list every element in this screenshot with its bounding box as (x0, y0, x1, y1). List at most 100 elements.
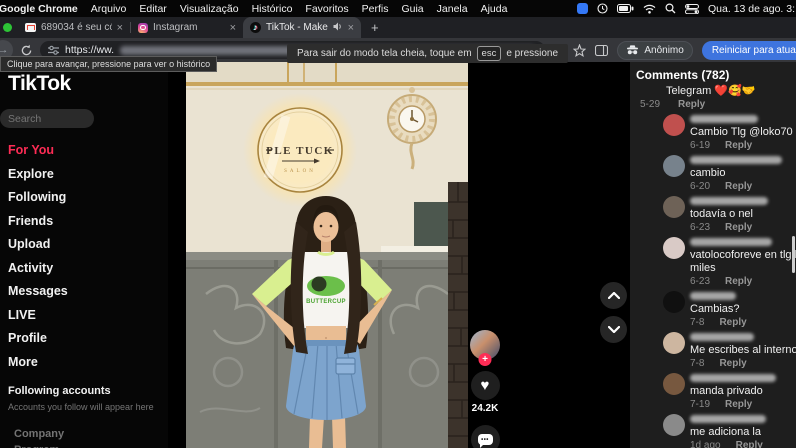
comment-item[interactable]: me adiciona la 1d ago Reply (636, 414, 796, 448)
like-button[interactable]: ♥ (470, 371, 500, 400)
side-panel-icon[interactable] (595, 44, 609, 56)
reply-button[interactable]: Reply (736, 440, 763, 448)
sidebar-item-activity[interactable]: Activity (8, 261, 168, 275)
tiktok-logo[interactable]: TikTok (8, 72, 168, 96)
menubar-app-name[interactable]: Google Chrome (0, 3, 78, 15)
menu-perfis[interactable]: Perfis (362, 3, 389, 15)
reload-icon[interactable] (20, 44, 33, 57)
menu-editar[interactable]: Editar (139, 3, 166, 15)
sidebar-item-profile[interactable]: Profile (8, 332, 168, 345)
esc-key-badge: esc (476, 46, 502, 61)
control-center-icon[interactable] (685, 3, 700, 14)
commenter-avatar[interactable] (663, 373, 685, 395)
reply-button[interactable]: Reply (725, 140, 752, 151)
commenter-avatar[interactable] (663, 155, 685, 177)
tab-audio-icon[interactable] (333, 22, 343, 34)
menu-guia[interactable]: Guia (401, 3, 423, 15)
commenter-avatar[interactable] (663, 237, 685, 259)
comment-item[interactable]: manda privado 7-19 Reply (636, 373, 796, 410)
sidebar-item-more[interactable]: More (8, 355, 168, 369)
comment-date: 5-29 (640, 99, 661, 110)
bookmark-star-icon[interactable] (573, 43, 587, 57)
follow-button[interactable]: + (478, 353, 492, 366)
incognito-badge[interactable]: Anônimo (617, 40, 693, 60)
fullscreen-exit-banner: Para sair do modo tela cheia, toque em e… (287, 44, 569, 63)
commenter-avatar[interactable] (663, 414, 685, 436)
reply-button[interactable]: Reply (725, 181, 752, 192)
following-accounts-subtitle: Accounts you follow will appear here (8, 401, 154, 412)
reply-button[interactable]: Reply (725, 222, 752, 233)
reply-button[interactable]: Reply (719, 358, 746, 369)
menubar-clock[interactable]: Qua. 13 de ago. 3: (708, 3, 795, 15)
new-tab-button[interactable]: + (371, 20, 379, 35)
creator-avatar[interactable]: + (470, 330, 500, 366)
macos-menubar: Google Chrome Arquivo Editar Visualizaçã… (0, 0, 796, 17)
comment-item[interactable]: Cambio Tlg @loko70 6-19 Reply (636, 114, 796, 151)
menu-favoritos[interactable]: Favoritos (305, 3, 348, 15)
comment-button[interactable]: ••• (470, 425, 500, 448)
comments-scrollbar[interactable] (792, 236, 795, 273)
menu-arquivo[interactable]: Arquivo (91, 3, 127, 15)
sidebar-item-explore[interactable]: Explore (8, 167, 168, 181)
chevron-down-icon (607, 326, 620, 333)
comment-item[interactable]: Telegram ❤️🥰🤝 5-29 Reply (636, 85, 796, 110)
tab-instagram[interactable]: Instagram × (131, 17, 243, 38)
shirt-graphic-text: BUTTERCUP (306, 299, 346, 305)
battery-icon[interactable] (617, 4, 634, 13)
sidebar-item-friends[interactable]: Friends (8, 214, 168, 228)
commenter-avatar[interactable] (663, 114, 685, 136)
url-text[interactable]: https://ww. (65, 44, 114, 56)
video-player[interactable]: PLE TUCK SALON BUTTERCUP (186, 62, 468, 448)
restart-to-update-button[interactable]: Reiniciar para atual (701, 40, 796, 60)
footer-link-company[interactable]: Company (14, 428, 168, 440)
reply-button[interactable]: Reply (719, 317, 746, 328)
menu-ajuda[interactable]: Ajuda (481, 3, 508, 15)
wifi-icon[interactable] (643, 4, 656, 14)
comment-item[interactable]: todavía o nel 6-23 Reply (636, 196, 796, 233)
reply-button[interactable]: Reply (678, 99, 705, 110)
speech-bubble-icon: ••• (477, 434, 493, 448)
comments-header: Comments (782) (636, 68, 730, 82)
comment-item[interactable]: Me escribes al interno 7-8 Reply (636, 332, 796, 369)
search-input[interactable] (0, 109, 94, 128)
commenter-avatar[interactable] (663, 332, 685, 354)
footer-link-program[interactable]: Program (14, 444, 168, 448)
tab-close-icon[interactable]: × (348, 22, 354, 33)
tab-tiktok[interactable]: ♪ TikTok - Make Your Day × (243, 17, 361, 38)
status-app-icon[interactable] (577, 3, 589, 14)
menu-historico[interactable]: Histórico (252, 3, 293, 15)
comment-item[interactable]: vatolocoforeve en tlg listos para r mile… (636, 237, 796, 287)
comment-date: 7-8 (690, 317, 705, 328)
previous-video-button[interactable] (600, 282, 627, 309)
sidebar-item-live[interactable]: LIVE (8, 308, 168, 322)
sidebar-item-following[interactable]: Following (8, 191, 168, 204)
site-settings-icon[interactable] (48, 45, 59, 55)
next-video-button[interactable] (600, 316, 627, 343)
commenter-avatar[interactable] (663, 196, 685, 218)
comment-item[interactable]: cambio 6-20 Reply (636, 155, 796, 192)
traffic-light-green[interactable] (3, 23, 12, 32)
reply-button[interactable]: Reply (725, 276, 752, 287)
comment-date: 6-23 (690, 276, 711, 287)
commenter-avatar[interactable] (663, 291, 685, 313)
tab-close-icon[interactable]: × (117, 22, 123, 33)
commenter-username-redacted (690, 156, 782, 164)
reply-button[interactable]: Reply (725, 399, 752, 410)
sidebar-item-for-you[interactable]: For You (8, 144, 168, 157)
spotlight-search-icon[interactable] (665, 3, 676, 14)
video-feed-area: PLE TUCK SALON BUTTERCUP + ♥ 24.2K ••• (168, 62, 630, 448)
tab-gmail-code[interactable]: 689034 é seu código do Inst × (18, 17, 130, 38)
sidebar-item-messages[interactable]: Messages (8, 285, 168, 298)
menu-visualizacao[interactable]: Visualização (180, 3, 239, 15)
forward-button-tooltip: Clique para avançar, pressione para ver … (0, 56, 218, 72)
sidebar-nav: For You Explore Following Friends Upload… (8, 144, 168, 369)
tab-close-icon[interactable]: × (230, 22, 236, 33)
commenter-username-redacted (690, 415, 766, 423)
sidebar-item-upload[interactable]: Upload (8, 238, 168, 251)
incognito-icon (627, 45, 639, 55)
gmail-favicon-icon (25, 23, 36, 32)
comment-item[interactable]: Cambias? 7-8 Reply (636, 291, 796, 328)
comment-date: 6-19 (690, 140, 711, 151)
clock-icon[interactable] (597, 3, 608, 14)
menu-janela[interactable]: Janela (437, 3, 468, 15)
